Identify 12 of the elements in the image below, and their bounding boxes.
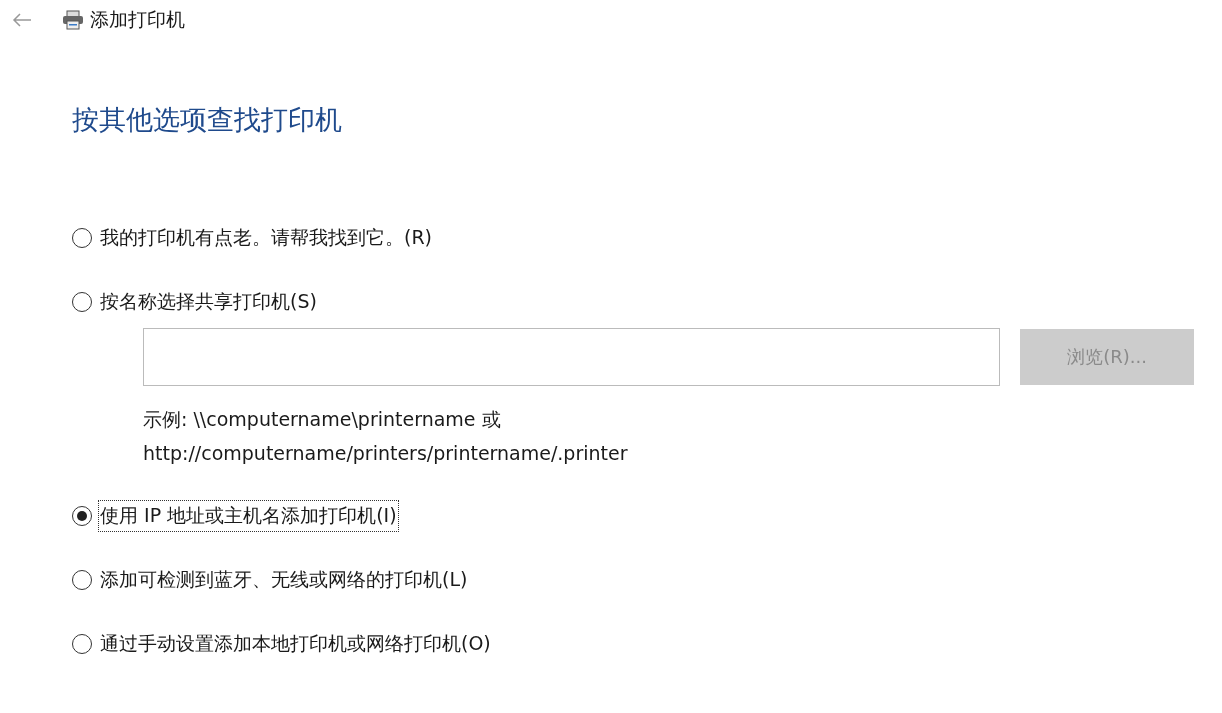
option-label[interactable]: 添加可检测到蓝牙、无线或网络的打印机(L)	[98, 564, 470, 596]
option-label[interactable]: 按名称选择共享打印机(S)	[98, 286, 319, 318]
printer-name-field[interactable]	[143, 328, 1000, 386]
option-label[interactable]: 使用 IP 地址或主机名添加打印机(I)	[98, 500, 399, 532]
option-label[interactable]: 我的打印机有点老。请帮我找到它。(R)	[98, 222, 435, 254]
printer-icon	[62, 10, 84, 30]
example-text: http://computername/printers/printername/.printer	[143, 441, 629, 466]
example-text: 示例: \\computername\printername 或	[143, 407, 502, 432]
page-heading: 按其他选项查找打印机	[72, 103, 343, 137]
window-title: 添加打印机	[90, 7, 185, 32]
option-label[interactable]: 通过手动设置添加本地打印机或网络打印机(O)	[98, 628, 493, 660]
back-arrow-icon	[12, 13, 32, 27]
